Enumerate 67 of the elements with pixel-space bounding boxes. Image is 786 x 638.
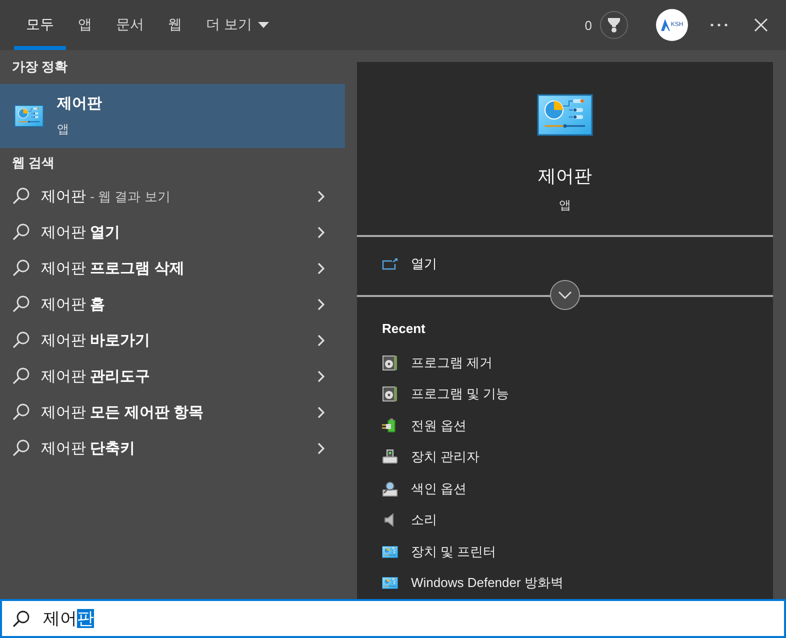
search-icon <box>12 295 30 313</box>
search-field[interactable]: 제어 판 <box>0 599 786 638</box>
device-icon <box>382 449 398 466</box>
recent-item[interactable]: 소리 <box>357 504 773 536</box>
rewards-button[interactable] <box>600 11 628 39</box>
chevron-right-icon <box>317 334 325 346</box>
best-match-item[interactable]: 제어판 앱 <box>0 84 345 148</box>
search-icon <box>12 331 30 349</box>
section-heading: 웹 검색 <box>11 154 56 172</box>
recent-item[interactable]: 장치 및 프린터 <box>357 536 773 568</box>
battery-plug-icon <box>382 418 398 434</box>
caret-icon <box>258 22 269 28</box>
web-search-suggestion[interactable]: 제어판 관리도구 <box>0 358 345 394</box>
more-button[interactable] <box>710 23 728 27</box>
search-icon <box>12 610 30 628</box>
close-button[interactable] <box>754 18 768 32</box>
web-search-suggestion[interactable]: 제어판 단축키 <box>0 430 345 466</box>
tab[interactable]: 더 보기 <box>194 0 281 50</box>
chevron-right-icon <box>317 442 325 454</box>
trophy-icon <box>607 17 621 33</box>
recent-item[interactable]: Windows Defender 방화벽 <box>357 568 773 599</box>
indexing-icon <box>382 480 398 497</box>
web-search-suggestion[interactable]: 제어판 모든 제어판 항목 <box>0 394 345 430</box>
chevron-right-icon <box>317 226 325 238</box>
recent-item[interactable]: 프로그램 및 기능 <box>357 378 773 410</box>
app-type: 앱 <box>57 121 70 138</box>
tab[interactable]: 모두 <box>14 0 66 50</box>
app-title: 제어판 <box>538 165 592 188</box>
search-icon <box>12 259 30 277</box>
tab[interactable]: 웹 <box>156 0 194 50</box>
recent-item[interactable]: 프로그램 제거 <box>357 347 773 378</box>
search-icon <box>12 187 30 205</box>
web-search-suggestion[interactable]: 제어판 바로가기 <box>0 322 345 358</box>
control-panel-icon <box>14 105 44 127</box>
close-icon <box>754 18 768 32</box>
control-panel-icon <box>537 94 593 136</box>
recent-item[interactable]: 장치 관리자 <box>357 442 773 473</box>
recent-heading: Recent <box>381 320 426 338</box>
expand-button[interactable] <box>550 280 580 310</box>
chevron-right-icon <box>317 190 325 202</box>
open-action[interactable]: 열기 <box>357 236 773 295</box>
tab[interactable]: 앱 <box>66 0 104 50</box>
web-search-suggestion[interactable]: 제어판 - 웹 결과 보기 <box>0 178 345 214</box>
search-icon <box>12 403 30 421</box>
search-icon <box>12 223 30 241</box>
control-panel-icon <box>382 577 398 590</box>
logo-icon <box>660 19 670 31</box>
search-icon <box>12 439 30 457</box>
tab[interactable]: 문서 <box>104 0 156 50</box>
app-title: 제어판 <box>57 94 102 113</box>
chevron-down-icon <box>558 290 572 299</box>
control-panel-icon <box>382 546 398 558</box>
web-search-suggestion[interactable]: 제어판 홈 <box>0 286 345 322</box>
points-count: 0 <box>584 18 592 32</box>
search-icon <box>12 367 30 385</box>
chevron-right-icon <box>317 262 325 274</box>
more-icon <box>710 23 728 27</box>
open-window-icon <box>382 258 398 270</box>
recent-item[interactable]: 색인 옵션 <box>357 473 773 504</box>
web-search-suggestion[interactable]: 제어판 프로그램 삭제 <box>0 250 345 286</box>
section-heading: 가장 정확 <box>11 58 69 76</box>
app-type: 앱 <box>559 197 571 214</box>
chevron-right-icon <box>317 370 325 382</box>
chevron-right-icon <box>317 298 325 310</box>
chevron-right-icon <box>317 406 325 418</box>
recent-item[interactable]: 전원 옵션 <box>357 410 773 442</box>
web-search-suggestion[interactable]: 제어판 열기 <box>0 214 345 250</box>
